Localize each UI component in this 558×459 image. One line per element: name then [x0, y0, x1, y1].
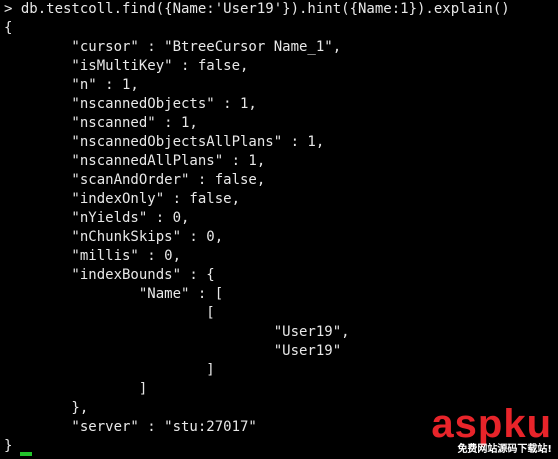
output-line: "n" : 1, [4, 77, 139, 93]
output-line: "User19" [4, 343, 342, 359]
output-line: "scanAndOrder" : false, [4, 172, 266, 188]
output-line: "cursor" : "BtreeCursor Name_1", [4, 39, 342, 55]
watermark-brand: aspku [431, 404, 552, 444]
output-line: "indexOnly" : false, [4, 191, 241, 207]
output-line: "nYields" : 0, [4, 210, 190, 226]
command-line: > db.testcoll.find({Name:'User19'}).hint… [4, 1, 510, 17]
output-line: "nscannedObjects" : 1, [4, 96, 257, 112]
terminal-window[interactable]: > db.testcoll.find({Name:'User19'}).hint… [0, 0, 558, 459]
output-line: ] [4, 362, 215, 378]
output-line: "Name" : [ [4, 286, 224, 302]
output-line: "nscannedObjectsAllPlans" : 1, [4, 134, 325, 150]
output-line: "indexBounds" : { [4, 267, 215, 283]
watermark-brand-text: aspku [431, 402, 552, 446]
output-line: "nscanned" : 1, [4, 115, 198, 131]
output-line: ] [4, 381, 148, 397]
output-line: "nChunkSkips" : 0, [4, 229, 224, 245]
output-line: { [4, 20, 13, 36]
output-line: }, [4, 400, 89, 416]
output-line: "millis" : 0, [4, 248, 182, 264]
output-line: "User19", [4, 324, 350, 340]
text-cursor [20, 452, 32, 456]
output-line: } [4, 438, 13, 454]
output-line: "isMultiKey" : false, [4, 58, 249, 74]
watermark-logo: aspku 免费网站源码下载站! [431, 404, 552, 456]
output-line: "server" : "stu:27017" [4, 419, 257, 435]
output-line: [ [4, 305, 215, 321]
output-line: "nscannedAllPlans" : 1, [4, 153, 266, 169]
